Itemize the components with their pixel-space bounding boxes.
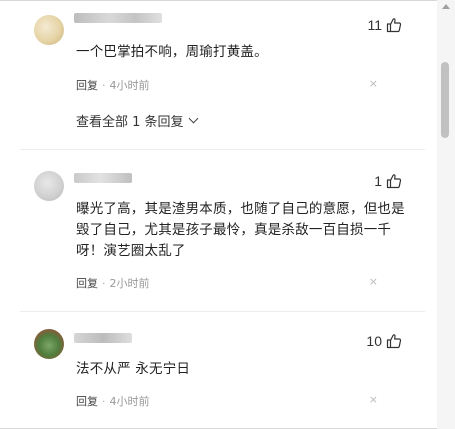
separator-dot: · bbox=[102, 276, 106, 290]
username-blurred[interactable] bbox=[74, 13, 162, 23]
reply-button[interactable]: 回复 bbox=[76, 77, 98, 93]
like-count: 10 bbox=[366, 333, 382, 349]
separator-dot: · bbox=[102, 78, 106, 92]
avatar[interactable] bbox=[34, 329, 64, 359]
scroll-up-arrow-icon[interactable] bbox=[442, 4, 450, 9]
timestamp: 2小时前 bbox=[109, 277, 150, 290]
scrollbar-thumb[interactable] bbox=[441, 62, 449, 138]
avatar[interactable] bbox=[34, 15, 64, 45]
comment-text: 一个巴掌拍不响，周瑜打黄盖。 bbox=[76, 44, 268, 60]
username-blurred[interactable] bbox=[74, 333, 132, 343]
like-count: 1 bbox=[374, 173, 382, 189]
close-icon[interactable]: × bbox=[369, 77, 378, 90]
view-all-replies-button[interactable]: 查看全部 1 条回复 bbox=[76, 111, 198, 130]
thumbs-up-icon[interactable] bbox=[386, 173, 402, 189]
chevron-down-icon bbox=[188, 113, 198, 124]
comment-meta: 回复 · 4小时前 bbox=[76, 393, 150, 409]
comment-meta: 回复 · 2小时前 bbox=[76, 275, 150, 291]
view-all-label: 查看全部 1 条回复 bbox=[76, 115, 184, 130]
username-blurred[interactable] bbox=[74, 173, 132, 183]
comment-item: 11 一个巴掌拍不响，周瑜打黄盖。 回复 · 4小时前 × 查看全部 1 条回复 bbox=[0, 1, 430, 151]
thumbs-up-icon[interactable] bbox=[386, 333, 402, 349]
divider bbox=[20, 311, 425, 312]
comment-meta: 回复 · 4小时前 bbox=[76, 77, 150, 93]
comment-text: 法不从严 永无宁日 bbox=[76, 361, 191, 377]
reply-button[interactable]: 回复 bbox=[76, 275, 98, 291]
comment-text: 曝光了高，其是渣男本质，也随了自己的意愿，但也是毁了自己，尤其是孩子最怜，真是杀… bbox=[76, 201, 405, 259]
comment-item: 10 法不从严 永无宁日 回复 · 4小时前 × bbox=[0, 313, 430, 428]
like-count: 11 bbox=[367, 17, 382, 33]
comment-item: 1 曝光了高，其是渣男本质，也随了自己的意愿，但也是毁了自己，尤其是孩子最怜，真… bbox=[0, 151, 430, 311]
comment-panel: 11 一个巴掌拍不响，周瑜打黄盖。 回复 · 4小时前 × 查看全部 1 条回复… bbox=[0, 0, 454, 429]
divider bbox=[20, 149, 425, 150]
thumbs-up-icon[interactable] bbox=[386, 17, 402, 33]
timestamp: 4小时前 bbox=[109, 395, 150, 408]
avatar[interactable] bbox=[34, 171, 64, 201]
timestamp: 4小时前 bbox=[109, 79, 150, 92]
separator-dot: · bbox=[102, 394, 106, 408]
scrollbar-track[interactable] bbox=[437, 0, 455, 429]
reply-button[interactable]: 回复 bbox=[76, 393, 98, 409]
close-icon[interactable]: × bbox=[369, 275, 378, 288]
close-icon[interactable]: × bbox=[369, 393, 378, 406]
